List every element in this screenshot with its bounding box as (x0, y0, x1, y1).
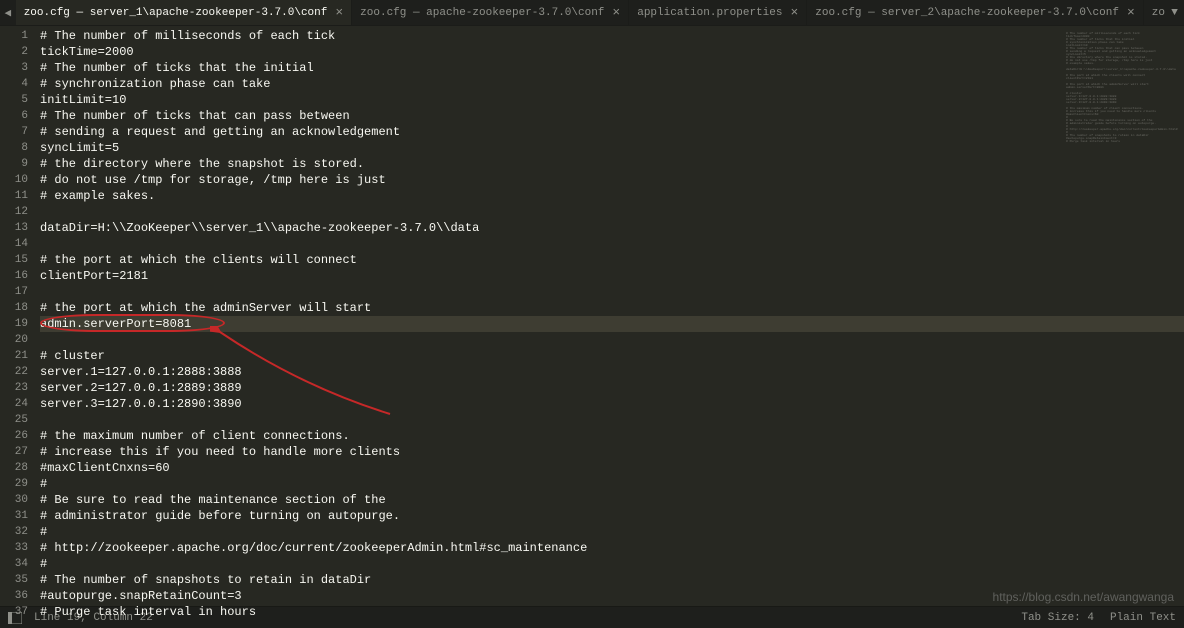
code-line[interactable]: clientPort=2181 (40, 268, 1184, 284)
tab-label: zoo.cfg — server_1\apache-zookeeper-3.7.… (24, 7, 328, 19)
line-number: 21 (0, 348, 28, 364)
code-line[interactable]: syncLimit=5 (40, 140, 1184, 156)
line-number: 25 (0, 412, 28, 428)
line-number: 11 (0, 188, 28, 204)
tab-4[interactable]: zoo.cfg — server_3\apache-zookeeper-3.7.… (1144, 0, 1165, 26)
line-number: 17 (0, 284, 28, 300)
line-number: 16 (0, 268, 28, 284)
line-number: 5 (0, 92, 28, 108)
code-line[interactable]: # sending a request and getting an ackno… (40, 124, 1184, 140)
code-line[interactable]: # The number of milliseconds of each tic… (40, 28, 1184, 44)
line-number: 30 (0, 492, 28, 508)
line-number: 28 (0, 460, 28, 476)
line-number: 9 (0, 156, 28, 172)
close-icon[interactable]: × (790, 5, 798, 20)
code-line[interactable]: # the port at which the adminServer will… (40, 300, 1184, 316)
tab-scroll-left[interactable]: ◀ (0, 6, 16, 20)
line-number: 1 (0, 28, 28, 44)
code-line[interactable]: # synchronization phase can take (40, 76, 1184, 92)
code-line[interactable]: # The number of ticks that the initial (40, 60, 1184, 76)
line-number: 19 (0, 316, 28, 332)
tab-2[interactable]: application.properties × (629, 0, 807, 26)
code-line[interactable]: # http://zookeeper.apache.org/doc/curren… (40, 540, 1184, 556)
tab-3[interactable]: zoo.cfg — server_2\apache-zookeeper-3.7.… (807, 0, 1143, 26)
code-line[interactable]: # cluster (40, 348, 1184, 364)
line-number: 27 (0, 444, 28, 460)
tab-bar: ◀ zoo.cfg — server_1\apache-zookeeper-3.… (0, 0, 1184, 26)
line-number-gutter: 1234567891011121314151617181920212223242… (0, 26, 40, 606)
line-number: 36 (0, 588, 28, 604)
line-number: 34 (0, 556, 28, 572)
code-line[interactable]: # the directory where the snapshot is st… (40, 156, 1184, 172)
code-line[interactable]: # Be sure to read the maintenance sectio… (40, 492, 1184, 508)
code-line[interactable]: # (40, 524, 1184, 540)
code-line[interactable]: # example sakes. (40, 188, 1184, 204)
tab-label: zoo.cfg — apache-zookeeper-3.7.0\conf (360, 7, 604, 19)
tab-label: zoo.cfg — server_3\apache-zookeeper-3.7.… (1152, 7, 1165, 19)
close-icon[interactable]: × (612, 5, 620, 20)
code-line[interactable]: admin.serverPort=8081 (40, 316, 1184, 332)
line-number: 2 (0, 44, 28, 60)
line-number: 23 (0, 380, 28, 396)
line-number: 15 (0, 252, 28, 268)
close-icon[interactable]: × (335, 5, 343, 20)
line-number: 37 (0, 604, 28, 620)
tab-1[interactable]: zoo.cfg — apache-zookeeper-3.7.0\conf × (352, 0, 629, 26)
code-line[interactable]: server.3=127.0.0.1:2890:3890 (40, 396, 1184, 412)
code-line[interactable]: # The number of ticks that can pass betw… (40, 108, 1184, 124)
tab-label: zoo.cfg — server_2\apache-zookeeper-3.7.… (815, 7, 1119, 19)
code-line[interactable]: # The number of snapshots to retain in d… (40, 572, 1184, 588)
line-number: 33 (0, 540, 28, 556)
tab-0[interactable]: zoo.cfg — server_1\apache-zookeeper-3.7.… (16, 0, 352, 26)
close-icon[interactable]: × (1127, 5, 1135, 20)
code-line[interactable] (40, 236, 1184, 252)
line-number: 13 (0, 220, 28, 236)
line-number: 24 (0, 396, 28, 412)
code-line[interactable]: # the port at which the clients will con… (40, 252, 1184, 268)
line-number: 4 (0, 76, 28, 92)
code-line[interactable] (40, 412, 1184, 428)
code-line[interactable]: # the maximum number of client connectio… (40, 428, 1184, 444)
code-line[interactable]: # increase this if you need to handle mo… (40, 444, 1184, 460)
line-number: 29 (0, 476, 28, 492)
code-line[interactable]: tickTime=2000 (40, 44, 1184, 60)
code-line[interactable]: # Purge task interval in hours (40, 604, 1184, 620)
code-line[interactable]: # (40, 556, 1184, 572)
line-number: 14 (0, 236, 28, 252)
minimap[interactable]: # The number of milliseconds of each tic… (1062, 28, 1182, 147)
line-number: 8 (0, 140, 28, 156)
line-number: 35 (0, 572, 28, 588)
code-line[interactable]: # (40, 476, 1184, 492)
code-line[interactable]: server.2=127.0.0.1:2889:3889 (40, 380, 1184, 396)
tab-label: application.properties (637, 7, 782, 19)
code-line[interactable]: server.1=127.0.0.1:2888:3888 (40, 364, 1184, 380)
code-line[interactable] (40, 284, 1184, 300)
code-line[interactable]: dataDir=H:\\ZooKeeper\\server_1\\apache-… (40, 220, 1184, 236)
line-number: 6 (0, 108, 28, 124)
line-number: 31 (0, 508, 28, 524)
line-number: 3 (0, 60, 28, 76)
watermark-text: https://blog.csdn.net/awangwanga (993, 590, 1174, 604)
line-number: 10 (0, 172, 28, 188)
line-number: 26 (0, 428, 28, 444)
line-number: 22 (0, 364, 28, 380)
line-number: 12 (0, 204, 28, 220)
code-editor[interactable]: # The number of milliseconds of each tic… (40, 26, 1184, 606)
code-line[interactable] (40, 332, 1184, 348)
tab-overflow-menu[interactable]: ▼ (1165, 7, 1184, 19)
code-line[interactable]: initLimit=10 (40, 92, 1184, 108)
code-line[interactable]: # do not use /tmp for storage, /tmp here… (40, 172, 1184, 188)
code-line[interactable]: # administrator guide before turning on … (40, 508, 1184, 524)
line-number: 32 (0, 524, 28, 540)
code-line[interactable] (40, 204, 1184, 220)
line-number: 7 (0, 124, 28, 140)
line-number: 20 (0, 332, 28, 348)
code-line[interactable]: #maxClientCnxns=60 (40, 460, 1184, 476)
line-number: 18 (0, 300, 28, 316)
editor-area: 1234567891011121314151617181920212223242… (0, 26, 1184, 606)
